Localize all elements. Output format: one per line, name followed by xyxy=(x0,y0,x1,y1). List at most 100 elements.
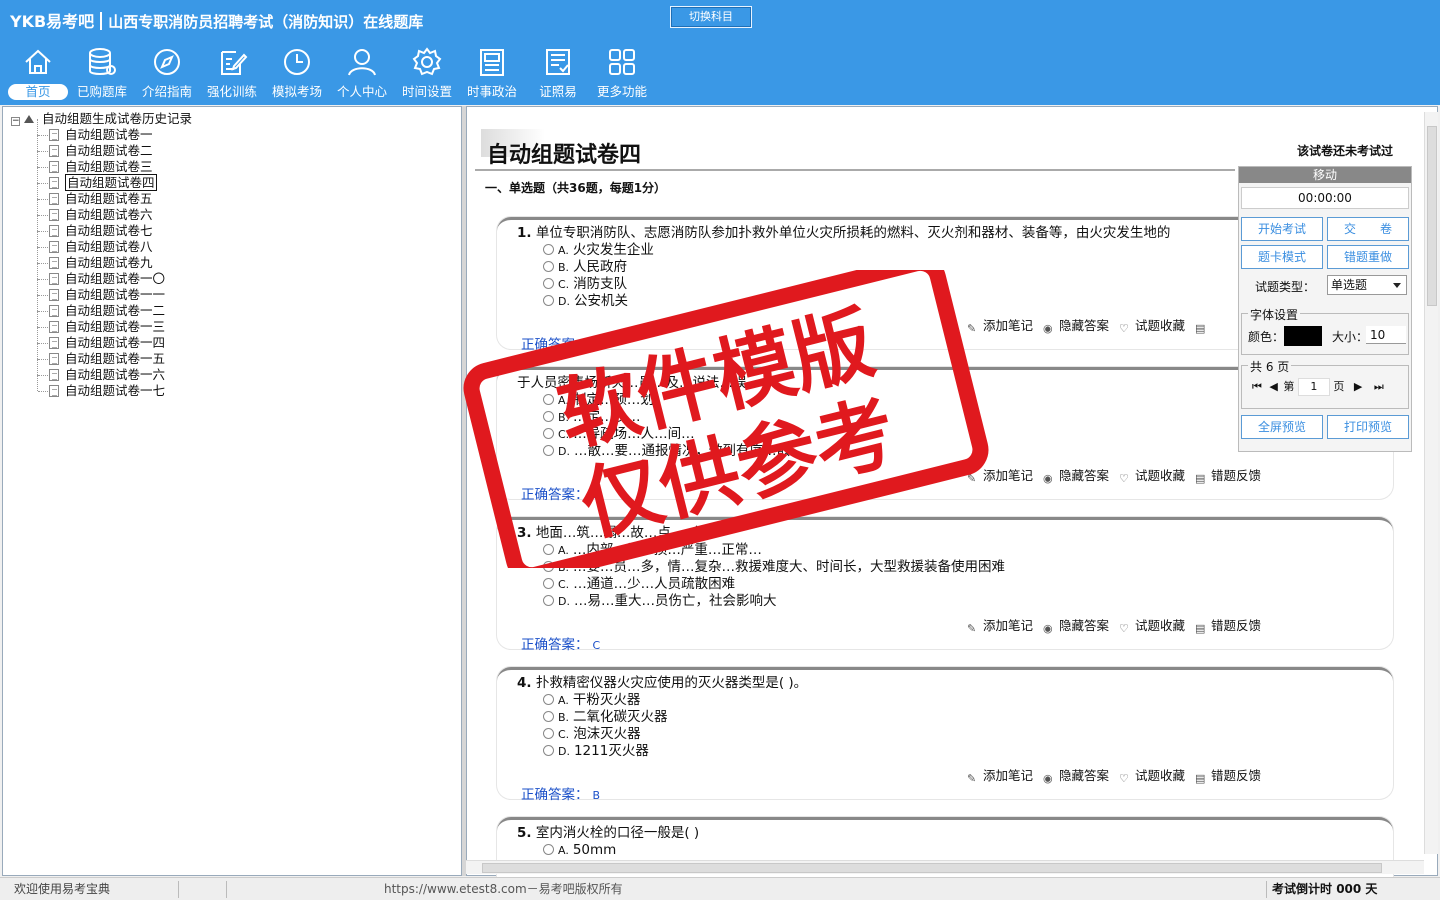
nav-item-5[interactable]: 个人中心 xyxy=(330,46,394,104)
radio-button[interactable] xyxy=(543,728,554,739)
radio-button[interactable] xyxy=(543,445,554,456)
answer-option[interactable]: C. 泡沫灭火器 xyxy=(543,726,641,743)
nav-item-1[interactable]: 已购题库 xyxy=(70,46,134,104)
prev-page-icon[interactable]: ◀ xyxy=(1269,380,1277,393)
answer-option[interactable]: B. 人民政府 xyxy=(543,259,627,276)
panel-move-handle[interactable]: 移动 xyxy=(1239,167,1411,183)
tree-item[interactable]: 自动组题试卷一五 xyxy=(33,343,165,367)
tree-item[interactable]: 自动组题试卷一〇 xyxy=(33,263,165,287)
tree-item[interactable]: 自动组题试卷六 xyxy=(33,199,165,223)
vertical-scroll-thumb[interactable] xyxy=(1427,126,1437,306)
nav-item-7[interactable]: 时事政治 xyxy=(460,46,524,104)
question-action-button[interactable]: ◉ 隐藏答案 xyxy=(1043,768,1109,785)
question-type-select[interactable]: 单选题 xyxy=(1327,275,1407,295)
tree-item[interactable]: 自动组题试卷一四 xyxy=(33,327,165,351)
question-action-button[interactable]: ♡ 试题收藏 xyxy=(1119,318,1185,335)
question-action-button[interactable]: ♡ 试题收藏 xyxy=(1119,468,1185,485)
nav-item-6[interactable]: 时间设置 xyxy=(395,46,459,104)
vertical-scrollbar[interactable] xyxy=(1424,112,1438,854)
nav-item-0[interactable]: 首页 xyxy=(6,46,70,104)
collapse-toggle-icon[interactable]: − xyxy=(11,117,20,126)
tree-item[interactable]: 自动组题试卷八 xyxy=(33,231,165,255)
tree-item[interactable]: 自动组题试卷九 xyxy=(33,247,165,271)
font-size-input[interactable]: 10 xyxy=(1366,326,1406,344)
radio-button[interactable] xyxy=(543,595,554,606)
tree-item[interactable]: 自动组题试卷二 xyxy=(33,135,165,159)
question-action-button[interactable]: ▤ 错题反馈 xyxy=(1195,768,1261,785)
question-action-button[interactable]: ✎ 添加笔记 xyxy=(967,618,1033,635)
radio-button[interactable] xyxy=(543,394,554,405)
horizontal-scroll-thumb[interactable] xyxy=(482,863,1382,873)
radio-button[interactable] xyxy=(543,844,554,855)
submit-button[interactable]: 交 卷 xyxy=(1327,217,1409,241)
nav-item-9[interactable]: 更多功能 xyxy=(590,46,654,104)
question-action-button[interactable]: ✎ 添加笔记 xyxy=(967,768,1033,785)
font-color-swatch[interactable] xyxy=(1284,326,1322,346)
tree-item[interactable]: 自动组题试卷一一 xyxy=(33,279,165,303)
question-action-button[interactable]: ▤ 错题反馈 xyxy=(1195,618,1261,635)
next-page-icon[interactable]: ▶ xyxy=(1354,380,1362,393)
radio-button[interactable] xyxy=(543,261,554,272)
nav-item-2[interactable]: 介绍指南 xyxy=(135,46,199,104)
start-exam-button[interactable]: 开始考试 xyxy=(1241,217,1323,241)
tree-root[interactable]: − 自动组题生成试卷历史记录 xyxy=(11,111,192,127)
tree-item[interactable]: 自动组题试卷一三 xyxy=(33,311,165,335)
answer-option[interactable]: C. …导疏场…人…间… xyxy=(543,426,695,443)
answer-option[interactable]: A. 制定…预…划 xyxy=(543,392,654,409)
nav-item-4[interactable]: 模拟考场 xyxy=(265,46,329,104)
radio-button[interactable] xyxy=(543,295,554,306)
answer-option[interactable]: A. 50mm xyxy=(543,842,616,859)
tree-item[interactable]: 自动组题试卷五 xyxy=(33,183,165,207)
answer-option[interactable]: A. 火灾发生企业 xyxy=(543,242,654,259)
answer-option[interactable]: A. …内部…设…损…严重…正常… xyxy=(543,542,762,559)
redo-wrong-button[interactable]: 错题重做 xyxy=(1327,245,1409,269)
first-page-icon[interactable]: ⏮ xyxy=(1252,380,1262,393)
tree-item[interactable]: 自动组题试卷一 xyxy=(33,119,165,143)
radio-button[interactable] xyxy=(543,561,554,572)
radio-button[interactable] xyxy=(543,278,554,289)
radio-button[interactable] xyxy=(543,711,554,722)
nav-item-8[interactable]: 证照易 xyxy=(526,46,590,104)
radio-button[interactable] xyxy=(543,411,554,422)
question-action-button[interactable]: ♡ 试题收藏 xyxy=(1119,768,1185,785)
tree-item[interactable]: 自动组题试卷一七 xyxy=(33,375,165,399)
answer-option[interactable]: A. 干粉灭火器 xyxy=(543,692,640,709)
answer-option[interactable]: B. …定…及… xyxy=(543,409,641,426)
last-page-icon[interactable]: ⏭ xyxy=(1374,380,1384,393)
tree-item[interactable]: 自动组题试卷一二 xyxy=(33,295,165,319)
answer-option[interactable]: C. …通道…少…人员疏散困难 xyxy=(543,576,735,593)
question-action-button[interactable]: ♡ 试题收藏 xyxy=(1119,618,1185,635)
feedback-icon[interactable]: ▤ xyxy=(1195,318,1211,335)
radio-button[interactable] xyxy=(543,694,554,705)
answer-option[interactable]: D. 1211灭火器 xyxy=(543,743,649,760)
card-mode-button[interactable]: 题卡模式 xyxy=(1241,245,1323,269)
question-action-button[interactable]: ✎ 添加笔记 xyxy=(967,318,1033,335)
radio-button[interactable] xyxy=(543,244,554,255)
answer-option[interactable]: D. …散…要…通报情况，做到有序…散 xyxy=(543,443,790,460)
nav-item-3[interactable]: 强化训练 xyxy=(200,46,264,104)
answer-option[interactable]: B. …要…员…多，情…复杂…救援难度大、时间长，大型救援装备使用困难 xyxy=(543,559,1005,576)
switch-subject-button[interactable]: 切换科目 xyxy=(670,6,752,28)
page-input[interactable]: 1 xyxy=(1297,378,1330,396)
question-action-button[interactable]: ▤ 错题反馈 xyxy=(1195,468,1261,485)
print-preview-button[interactable]: 打印预览 xyxy=(1327,415,1409,439)
question-action-button[interactable]: ✎ 添加笔记 xyxy=(967,468,1033,485)
answer-option[interactable]: D. …易…重大…员伤亡，社会影响大 xyxy=(543,593,776,610)
tree-item[interactable]: 自动组题试卷七 xyxy=(33,215,165,239)
question-action-button[interactable]: ◉ 隐藏答案 xyxy=(1043,468,1109,485)
question-action-button[interactable]: ◉ 隐藏答案 xyxy=(1043,618,1109,635)
option-text: 消防支队 xyxy=(573,276,628,292)
radio-button[interactable] xyxy=(543,578,554,589)
answer-option[interactable]: D. 公安机关 xyxy=(543,293,628,310)
fullscreen-preview-button[interactable]: 全屏预览 xyxy=(1241,415,1323,439)
tree-item[interactable]: 自动组题试卷四 xyxy=(33,167,165,191)
radio-button[interactable] xyxy=(543,745,554,756)
radio-button[interactable] xyxy=(543,428,554,439)
radio-button[interactable] xyxy=(543,544,554,555)
answer-option[interactable]: C. 消防支队 xyxy=(543,276,627,293)
tree-item[interactable]: 自动组题试卷三 xyxy=(33,151,165,175)
tree-item[interactable]: 自动组题试卷一六 xyxy=(33,359,165,383)
answer-option[interactable]: B. 二氧化碳灭火器 xyxy=(543,709,668,726)
horizontal-scrollbar[interactable] xyxy=(466,860,1424,874)
question-action-button[interactable]: ◉ 隐藏答案 xyxy=(1043,318,1109,335)
